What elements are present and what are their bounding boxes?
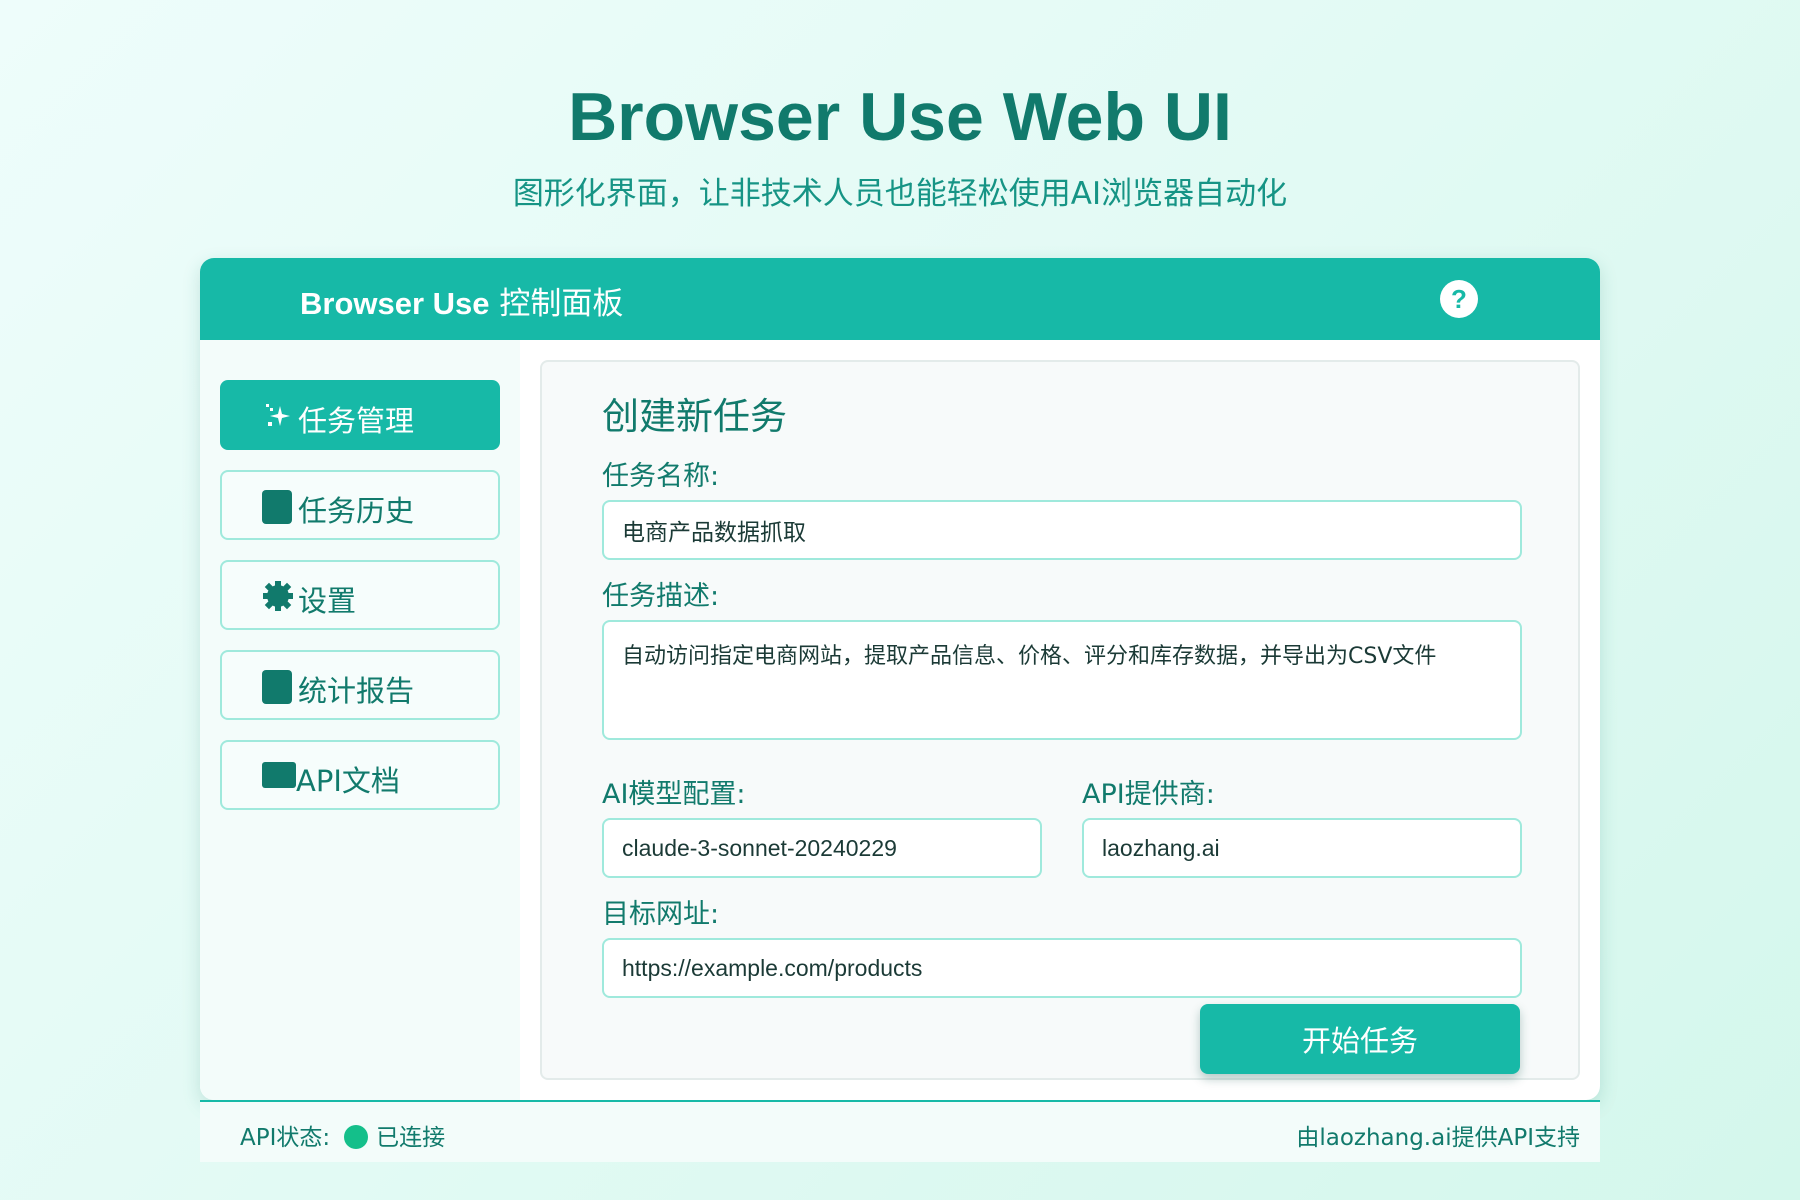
panel-title-en: Browser Use xyxy=(300,286,490,321)
history-icon xyxy=(262,490,294,524)
ai-model-label: AI模型配置: xyxy=(602,779,746,810)
panel-title-zh: 控制面板 xyxy=(499,286,624,322)
sparkles-icon xyxy=(262,400,294,432)
sidebar-item-label: API文档 xyxy=(296,764,400,798)
sidebar-item-label: 统计报告 xyxy=(298,674,415,708)
sidebar-item-label: 任务历史 xyxy=(298,494,415,528)
form-heading: 创建新任务 xyxy=(602,395,787,438)
status-dot-icon xyxy=(344,1125,369,1149)
sidebar-item-label: 设置 xyxy=(298,584,357,618)
api-provider-input[interactable] xyxy=(1082,818,1522,878)
gear-icon xyxy=(262,580,294,612)
task-description-label: 任务描述: xyxy=(602,581,720,612)
app-frame: Browser Use Web UI 图形化界面，让非技术人员也能轻松使用AI浏… xyxy=(0,0,1800,1200)
page-subtitle: 图形化界面，让非技术人员也能轻松使用AI浏览器自动化 xyxy=(512,176,1288,212)
ai-model-input[interactable] xyxy=(602,818,1042,878)
task-name-input[interactable] xyxy=(602,500,1522,560)
task-name-label: 任务名称: xyxy=(602,461,720,492)
api-status-label: API状态: xyxy=(240,1125,331,1151)
page-title: Browser Use Web UI xyxy=(568,79,1232,155)
footer-bar: API状态: 已连接 由laozhang.ai提供API支持 xyxy=(200,1100,1600,1162)
panel-header: Browser Use 控制面板 ? xyxy=(200,258,1600,340)
control-panel: Browser Use 控制面板 ? 任务管理 任务历史 设置 统计报告 API… xyxy=(200,258,1600,1100)
api-credit: 由laozhang.ai提供API支持 xyxy=(1296,1125,1580,1151)
help-icon[interactable]: ? xyxy=(1440,280,1478,318)
panel-title: Browser Use 控制面板 xyxy=(300,278,623,323)
api-status: API状态: 已连接 xyxy=(240,1118,445,1152)
sidebar-item-api-docs[interactable]: API文档 xyxy=(220,740,500,810)
sidebar-item-label: 任务管理 xyxy=(298,404,415,438)
sidebar: 任务管理 任务历史 设置 统计报告 API文档 xyxy=(200,340,520,1100)
sidebar-item-task-history[interactable]: 任务历史 xyxy=(220,470,500,540)
target-url-label: 目标网址: xyxy=(602,899,720,930)
api-status-value: 已连接 xyxy=(376,1125,446,1151)
create-task-form: 创建新任务 任务名称: 任务描述: 自动访问指定电商网站，提取产品信息、价格、评… xyxy=(540,360,1580,1080)
task-description-textarea[interactable]: 自动访问指定电商网站，提取产品信息、价格、评分和库存数据，并导出为CSV文件 xyxy=(602,620,1522,740)
sidebar-item-settings[interactable]: 设置 xyxy=(220,560,500,630)
chart-icon xyxy=(262,670,294,704)
sidebar-item-statistics[interactable]: 统计报告 xyxy=(220,650,500,720)
api-provider-label: API提供商: xyxy=(1082,779,1215,810)
start-task-button[interactable]: 开始任务 xyxy=(1200,1004,1520,1074)
target-url-input[interactable] xyxy=(602,938,1522,998)
sidebar-item-task-management[interactable]: 任务管理 xyxy=(220,380,500,450)
document-icon xyxy=(262,762,296,794)
